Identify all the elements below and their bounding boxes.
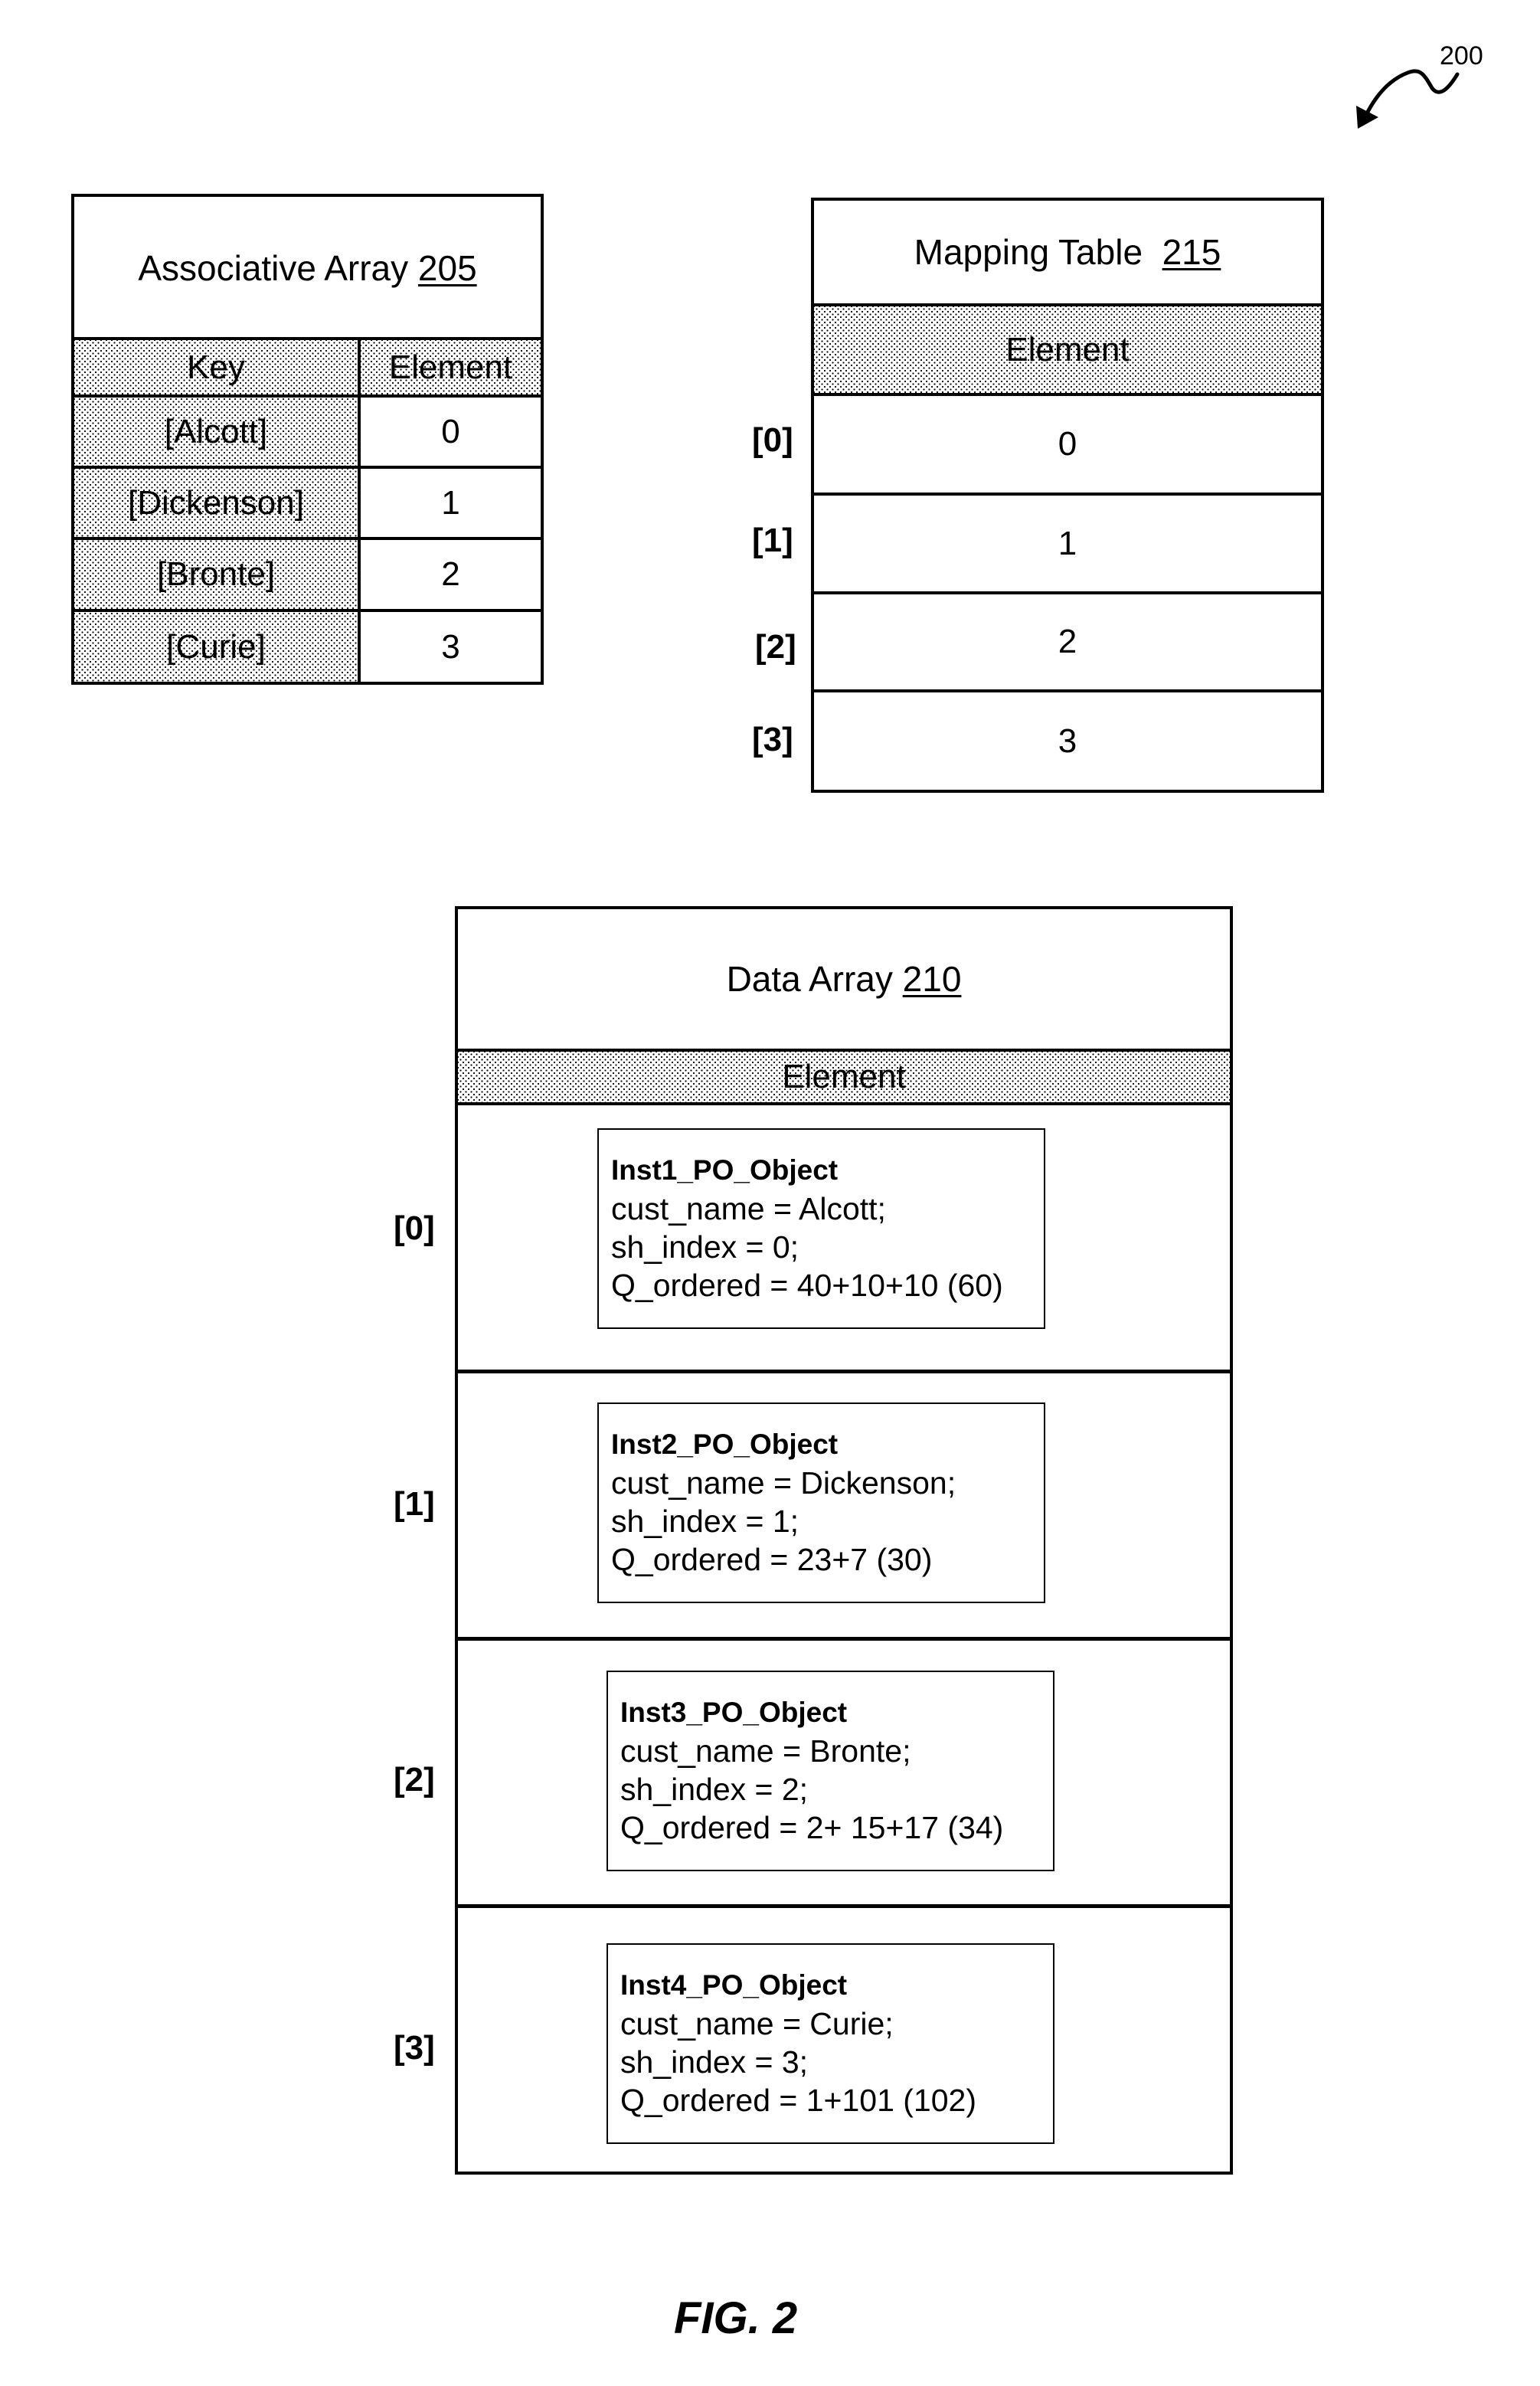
assoc-key-cell: [Alcott]: [164, 412, 268, 450]
po-object-field: Q_ordered = 1+101 (102): [620, 2083, 976, 2118]
assoc-key-cell: [Curie]: [166, 627, 266, 666]
divider: [455, 1102, 1233, 1105]
mapping-index-label: [1]: [752, 522, 793, 559]
element-header: Element: [388, 348, 513, 386]
divider: [455, 1637, 1233, 1641]
po-object-box: Inst2_PO_Object cust_name = Dickenson; s…: [597, 1402, 1045, 1603]
mapping-index-label: [0]: [752, 421, 793, 459]
assoc-element-cell: 3: [441, 627, 460, 666]
mapping-element-cell: 2: [1058, 623, 1077, 660]
po-object-box: Inst3_PO_Object cust_name = Bronte; sh_i…: [607, 1671, 1054, 1871]
data-array-title: Data Array 210: [458, 909, 1230, 1049]
assoc-element-cell: 1: [441, 483, 460, 522]
po-object-field: sh_index = 1;: [611, 1504, 799, 1539]
divider: [455, 1904, 1233, 1908]
po-object-name: Inst4_PO_Object: [620, 1969, 848, 2001]
po-object-name: Inst3_PO_Object: [620, 1697, 848, 1728]
mapping-index-label: [2]: [755, 628, 796, 666]
po-object-name: Inst2_PO_Object: [611, 1429, 839, 1460]
po-object-field: sh_index = 0;: [611, 1229, 799, 1265]
mapping-element-cell: 3: [1058, 722, 1077, 760]
data-index-label: [1]: [394, 1485, 435, 1523]
data-index-label: [0]: [394, 1209, 435, 1247]
data-index-label: [3]: [394, 2029, 435, 2067]
mapping-index-label: [3]: [752, 721, 793, 758]
assoc-element-cell: 0: [441, 412, 460, 450]
data-index-label: [2]: [394, 1761, 435, 1799]
mapping-table-ref: 215: [1162, 232, 1221, 272]
po-object-field: Q_ordered = 2+ 15+17 (34): [620, 1810, 1004, 1845]
po-object-field: sh_index = 2;: [620, 1772, 809, 1807]
divider: [455, 1370, 1233, 1373]
po-object-field: sh_index = 3;: [620, 2044, 809, 2080]
po-object-field: Q_ordered = 23+7 (30): [611, 1542, 933, 1577]
po-object-field: cust_name = Alcott;: [611, 1191, 886, 1226]
po-object-field: Q_ordered = 40+10+10 (60): [611, 1268, 1003, 1303]
associative-array-title-text: Associative Array: [138, 247, 409, 288]
po-object-field: cust_name = Curie;: [620, 2006, 894, 2041]
po-object-name: Inst1_PO_Object: [611, 1154, 839, 1186]
associative-array-ref: 205: [417, 247, 477, 288]
data-array-title-text: Data Array: [726, 959, 893, 999]
po-object-field: cust_name = Bronte;: [620, 1733, 911, 1769]
mapping-element-cell: 0: [1058, 425, 1077, 463]
mapping-element-header: Element: [1005, 330, 1130, 368]
assoc-key-cell: [Bronte]: [156, 555, 276, 593]
figure-caption: FIG. 2: [674, 2293, 798, 2343]
po-object-box: Inst4_PO_Object cust_name = Curie; sh_in…: [607, 1943, 1054, 2144]
po-object-box: Inst1_PO_Object cust_name = Alcott; sh_i…: [597, 1128, 1045, 1329]
mapping-table-title: Mapping Table 215: [814, 201, 1321, 303]
reference-arrow-icon: [1356, 69, 1460, 129]
data-array-ref: 210: [902, 959, 962, 999]
data-element-header: Element: [782, 1058, 906, 1095]
assoc-key-cell: [Dickenson]: [128, 483, 304, 522]
mapping-element-cell: 1: [1058, 524, 1077, 562]
po-object-field: cust_name = Dickenson;: [611, 1465, 956, 1501]
assoc-element-cell: 2: [441, 555, 460, 593]
key-header: Key: [187, 348, 245, 386]
associative-array-title: Associative Array 205: [74, 197, 541, 339]
mapping-table-title-text: Mapping Table: [914, 232, 1143, 272]
